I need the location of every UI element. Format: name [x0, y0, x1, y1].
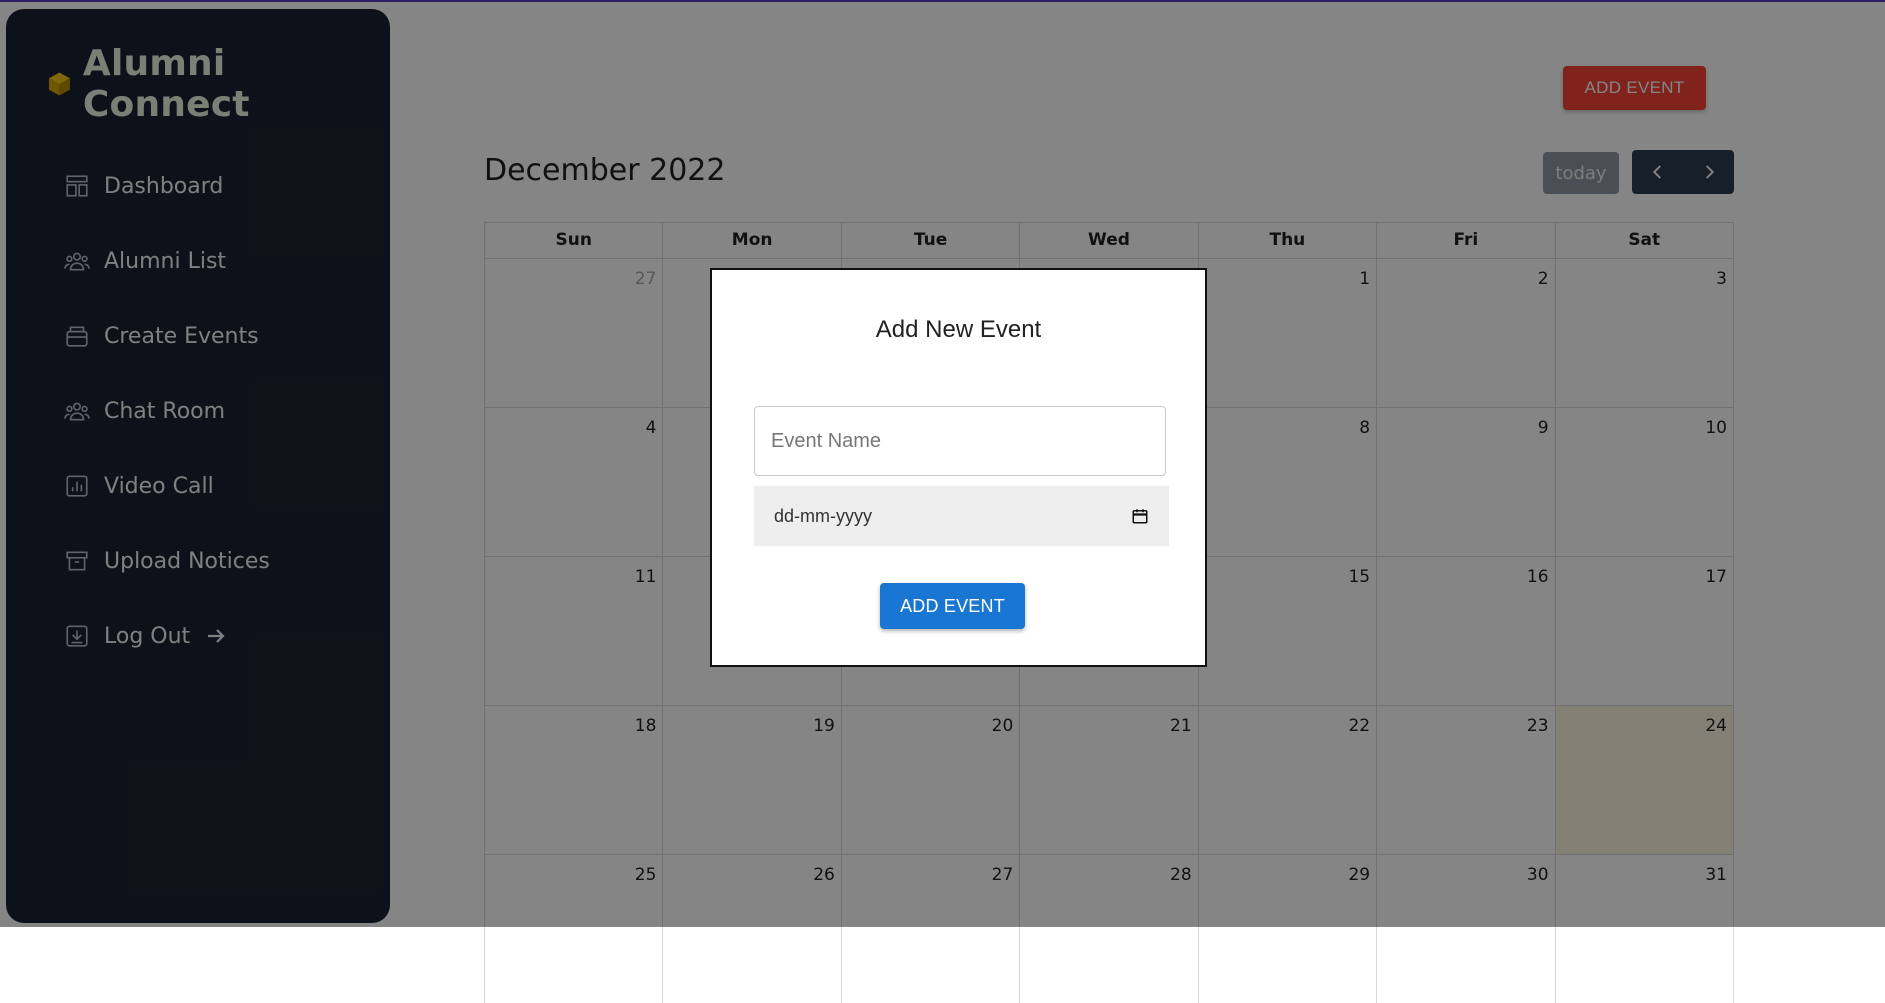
event-name-input[interactable] — [754, 406, 1166, 476]
add-event-modal: Add New Event dd-mm-yyyy ADD EVENT — [710, 268, 1207, 667]
modal-title: Add New Event — [875, 316, 1042, 343]
calendar-icon[interactable] — [1131, 507, 1149, 525]
date-placeholder: dd-mm-yyyy — [774, 505, 872, 526]
submit-add-event-button[interactable]: ADD EVENT — [880, 583, 1025, 629]
event-date-input[interactable]: dd-mm-yyyy — [754, 486, 1169, 546]
